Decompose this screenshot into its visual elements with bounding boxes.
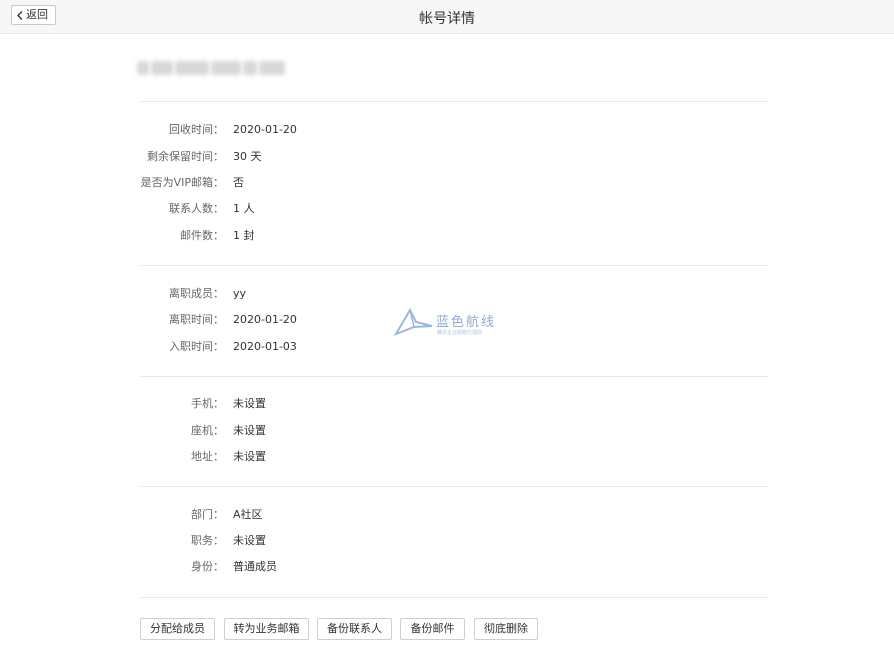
section-divider bbox=[140, 101, 769, 102]
info-value: 否 bbox=[233, 176, 244, 189]
section-divider bbox=[140, 376, 769, 377]
info-label: 地址： bbox=[191, 450, 224, 463]
account-name-redacted bbox=[137, 61, 287, 75]
assign-to-member-button[interactable]: 分配给成员 bbox=[140, 618, 215, 640]
section-divider bbox=[140, 486, 769, 487]
info-value: 30 天 bbox=[233, 150, 262, 163]
convert-to-business-mailbox-button[interactable]: 转为业务邮箱 bbox=[224, 618, 309, 640]
info-label: 剩余保留时间： bbox=[147, 150, 224, 163]
permanent-delete-button[interactable]: 彻底删除 bbox=[474, 618, 538, 640]
info-label: 身份： bbox=[191, 560, 224, 573]
info-label: 手机： bbox=[191, 397, 224, 410]
watermark-logo: 蓝色航线 腾讯企业邮箱代理商 bbox=[394, 308, 504, 338]
section-divider bbox=[140, 265, 769, 266]
info-label: 是否为VIP邮箱： bbox=[140, 176, 224, 189]
info-label: 邮件数： bbox=[180, 229, 224, 242]
info-value: 2020-01-03 bbox=[233, 340, 297, 353]
info-value: yy bbox=[233, 287, 247, 300]
backup-mail-button[interactable]: 备份邮件 bbox=[400, 618, 465, 640]
info-value: 未设置 bbox=[233, 424, 266, 437]
info-label: 部门： bbox=[191, 508, 224, 521]
watermark-title: 蓝色航线 bbox=[436, 315, 497, 330]
top-bar: 返回 帐号详情 bbox=[0, 0, 894, 34]
info-value: A社区 bbox=[233, 508, 263, 521]
info-label: 回收时间： bbox=[169, 123, 224, 136]
page-title: 帐号详情 bbox=[419, 11, 475, 27]
info-label: 座机： bbox=[191, 424, 224, 437]
info-label: 离职成员： bbox=[169, 287, 224, 300]
section-divider bbox=[140, 597, 769, 598]
info-value: 2020-01-20 bbox=[233, 123, 297, 136]
info-value: 未设置 bbox=[233, 450, 266, 463]
watermark-subtitle: 腾讯企业邮箱代理商 bbox=[437, 330, 483, 336]
info-value: 未设置 bbox=[233, 534, 266, 547]
info-value: 普通成员 bbox=[233, 560, 277, 573]
info-value: 未设置 bbox=[233, 397, 266, 410]
info-label: 联系人数： bbox=[169, 202, 224, 215]
info-label: 入职时间： bbox=[169, 340, 224, 353]
info-label: 职务： bbox=[191, 534, 224, 547]
info-value: 1 封 bbox=[233, 229, 255, 242]
backup-contacts-button[interactable]: 备份联系人 bbox=[317, 618, 392, 640]
info-value: 2020-01-20 bbox=[233, 313, 297, 326]
info-value: 1 人 bbox=[233, 202, 255, 215]
info-label: 离职时间： bbox=[169, 313, 224, 326]
